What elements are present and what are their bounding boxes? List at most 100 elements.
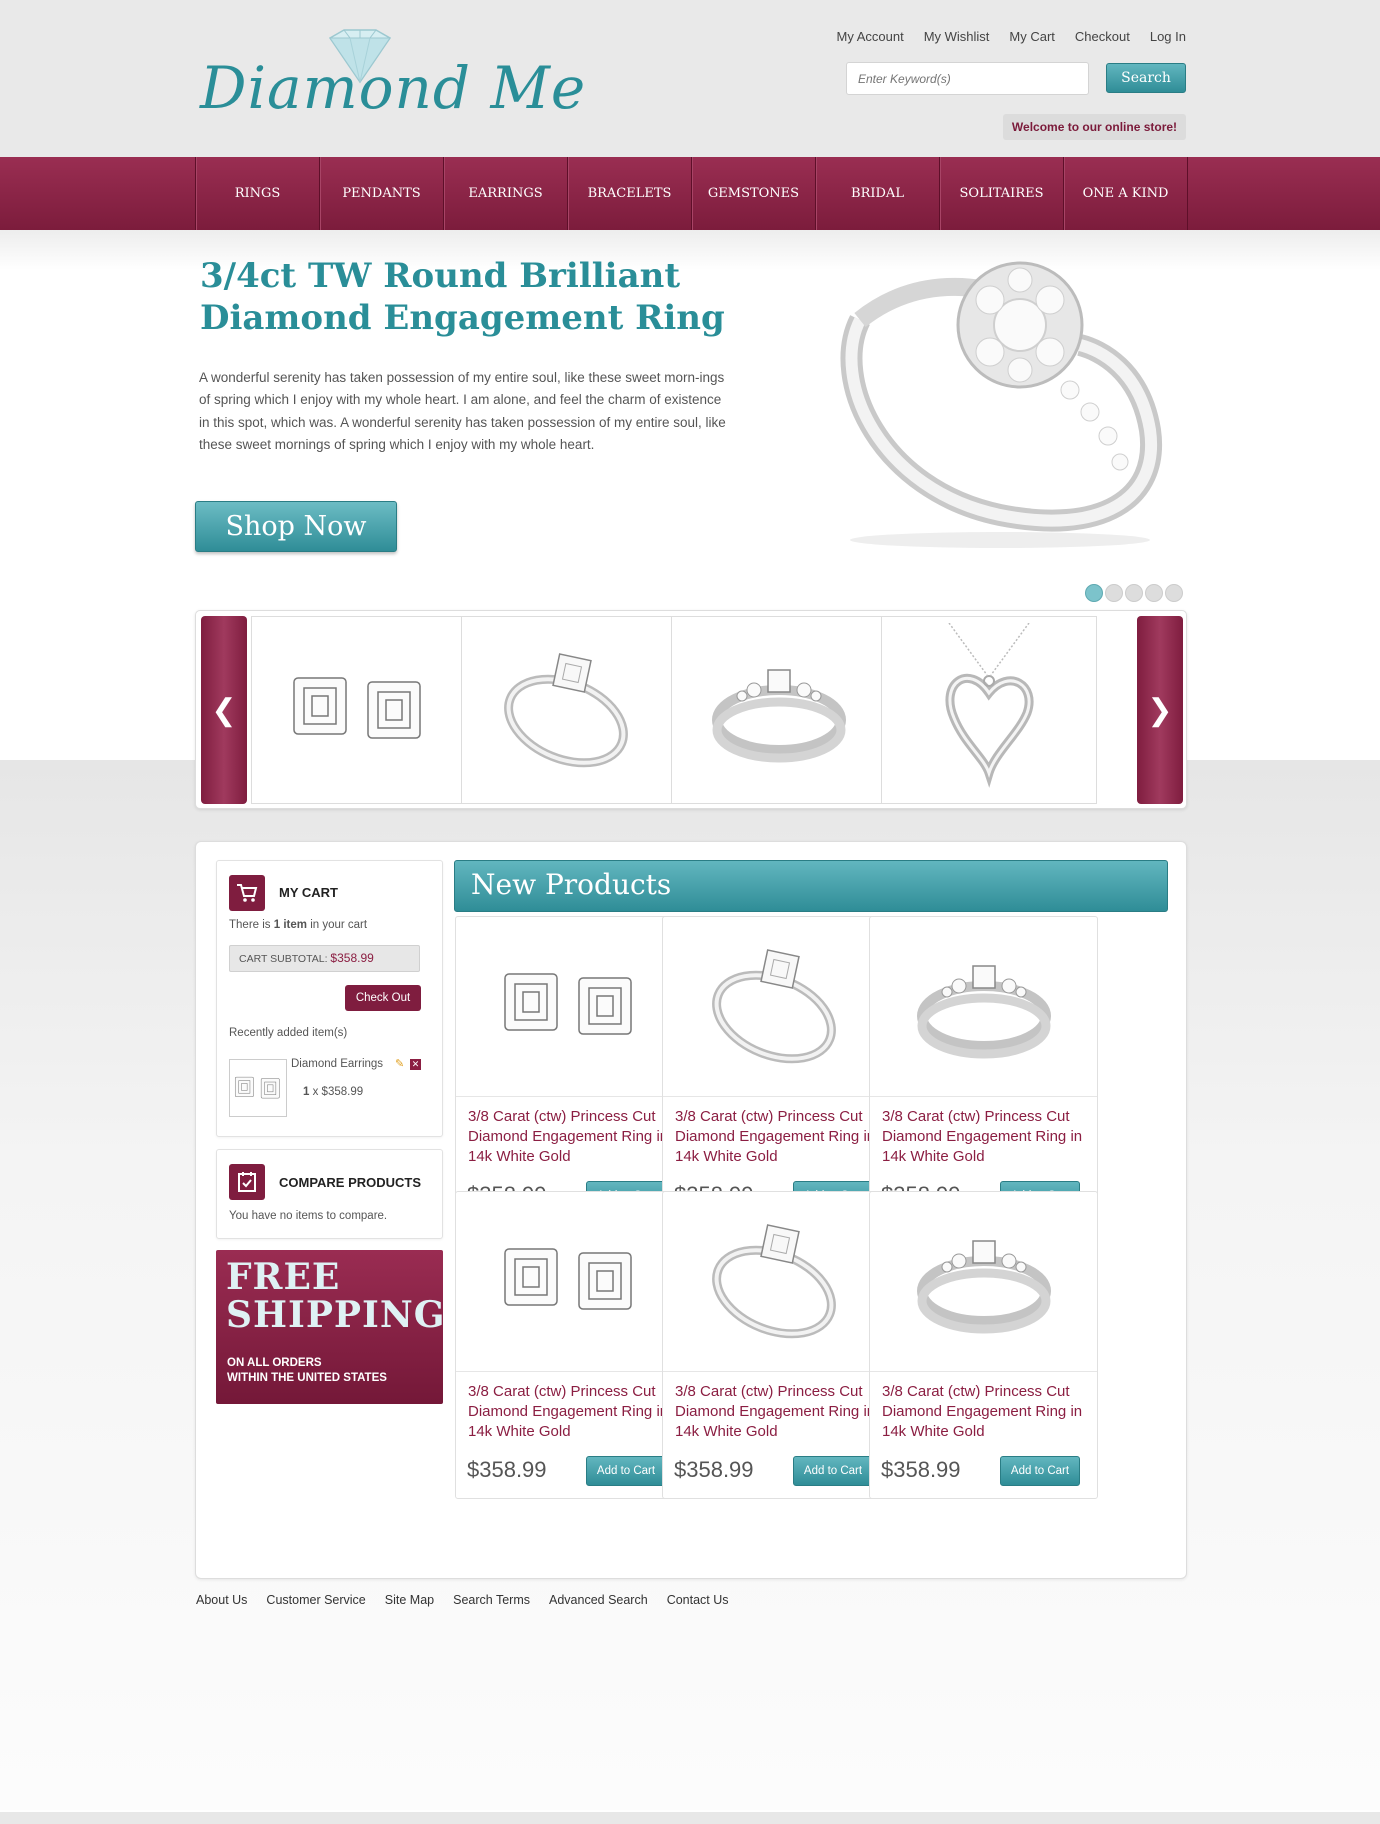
product-card: 3/8 Carat (ctw) Princess Cut Diamond Eng…	[662, 916, 891, 1224]
product-image[interactable]	[663, 1192, 890, 1372]
footer-search-terms-link[interactable]: Search Terms	[453, 1593, 530, 1607]
product-title[interactable]: 3/8 Carat (ctw) Princess Cut Diamond Eng…	[882, 1382, 1087, 1442]
search-button[interactable]: Search	[1106, 63, 1186, 93]
cart-item-count: 1 item	[273, 919, 307, 931]
product-title[interactable]: 3/8 Carat (ctw) Princess Cut Diamond Eng…	[675, 1382, 880, 1442]
promo-line-all-orders: ON ALL ORDERS	[227, 1357, 322, 1369]
top-links: My Account My Wishlist My Cart Checkout …	[837, 29, 1187, 44]
hero-ring-image	[820, 240, 1180, 560]
earrings-icon	[284, 658, 434, 763]
nav-item-gemstones[interactable]: GEMSTONES	[692, 157, 816, 230]
recent-item-thumbnail[interactable]	[229, 1059, 287, 1117]
bottom-strip	[0, 1812, 1380, 1824]
heart-pendant-icon	[929, 622, 1049, 798]
hero-description: A wonderful serenity has taken possessio…	[199, 370, 726, 453]
product-title[interactable]: 3/8 Carat (ctw) Princess Cut Diamond Eng…	[675, 1107, 880, 1167]
promo-line-us: WITHIN THE UNITED STATES	[227, 1372, 387, 1384]
bridal-set-icon	[909, 1219, 1059, 1344]
compare-products-box: COMPARE PRODUCTS You have no items to co…	[216, 1149, 443, 1239]
product-card: 3/8 Carat (ctw) Princess Cut Diamond Eng…	[662, 1191, 891, 1499]
carousel-item-ring[interactable]	[461, 616, 677, 804]
footer-site-map-link[interactable]: Site Map	[385, 1593, 434, 1607]
carousel-item-earrings[interactable]	[251, 616, 467, 804]
nav-item-bracelets[interactable]: BRACELETS	[568, 157, 692, 230]
add-to-cart-button[interactable]: Add to Cart	[1000, 1456, 1080, 1486]
recently-added-label: Recently added item(s)	[229, 1027, 348, 1039]
earrings-icon	[495, 954, 645, 1059]
ring-icon	[840, 261, 1163, 548]
nav-item-one-a-kind[interactable]: ONE A KIND	[1064, 157, 1188, 230]
nav-item-rings[interactable]: RINGS	[196, 157, 320, 230]
product-card: 3/8 Carat (ctw) Princess Cut Diamond Eng…	[455, 916, 684, 1224]
my-account-link[interactable]: My Account	[837, 29, 904, 44]
nav-item-earrings[interactable]: EARRINGS	[444, 157, 568, 230]
recent-item-qty-price: 1 x $358.99	[303, 1086, 363, 1098]
princess-ring-icon	[702, 939, 852, 1074]
welcome-message: Welcome to our online store!	[1003, 114, 1186, 140]
nav-item-solitaires[interactable]: SOLITAIRES	[940, 157, 1064, 230]
hero-title: 3/4ct TW Round Brilliant Diamond Engagem…	[200, 256, 725, 338]
my-cart-link[interactable]: My Cart	[1009, 29, 1055, 44]
free-shipping-banner[interactable]: FREE SHIPPING ON ALL ORDERS WITHIN THE U…	[216, 1250, 444, 1404]
product-image[interactable]	[870, 1192, 1097, 1372]
product-title[interactable]: 3/8 Carat (ctw) Princess Cut Diamond Eng…	[882, 1107, 1087, 1167]
promo-subtext: ON ALL ORDERS WITHIN THE UNITED STATES	[227, 1356, 387, 1386]
footer-about-us-link[interactable]: About Us	[196, 1593, 247, 1607]
footer-contact-us-link[interactable]: Contact Us	[667, 1593, 729, 1607]
add-to-cart-button[interactable]: Add to Cart	[586, 1456, 666, 1486]
product-title[interactable]: 3/8 Carat (ctw) Princess Cut Diamond Eng…	[468, 1107, 673, 1167]
product-image[interactable]	[870, 917, 1097, 1097]
my-cart-title: MY CART	[279, 885, 338, 900]
product-image[interactable]	[663, 917, 890, 1097]
recent-item-name[interactable]: Diamond Earrings	[291, 1058, 383, 1070]
slider-dot-4[interactable]	[1145, 584, 1163, 602]
check-out-button[interactable]: Check Out	[345, 985, 421, 1011]
slider-dot-3[interactable]	[1125, 584, 1143, 602]
product-card: 3/8 Carat (ctw) Princess Cut Diamond Eng…	[869, 1191, 1098, 1499]
slider-dots	[1085, 584, 1183, 602]
recent-item-price: x $358.99	[312, 1086, 364, 1098]
compare-empty-text: You have no items to compare.	[229, 1210, 388, 1222]
product-card: 3/8 Carat (ctw) Princess Cut Diamond Eng…	[455, 1191, 684, 1499]
edit-pencil-icon[interactable]: ✎	[395, 1057, 404, 1070]
product-image[interactable]	[456, 917, 683, 1097]
search-input[interactable]	[846, 62, 1089, 95]
cart-subtotal: CART SUBTOTAL: $358.99	[229, 945, 420, 972]
bridal-set-icon	[909, 944, 1059, 1069]
logo-wordmark: Diamond Me	[200, 54, 587, 122]
compare-checklist-icon	[229, 1164, 265, 1200]
cart-subtotal-label: CART SUBTOTAL:	[239, 953, 328, 965]
footer-advanced-search-link[interactable]: Advanced Search	[549, 1593, 648, 1607]
slider-dot-1[interactable]	[1085, 584, 1103, 602]
remove-icon[interactable]: ✕	[410, 1059, 421, 1070]
carousel-next-button[interactable]: ❯	[1137, 616, 1183, 804]
product-image[interactable]	[456, 1192, 683, 1372]
nav-item-pendants[interactable]: PENDANTS	[320, 157, 444, 230]
product-title[interactable]: 3/8 Carat (ctw) Princess Cut Diamond Eng…	[468, 1382, 673, 1442]
site-logo[interactable]: Diamond Me	[196, 28, 585, 128]
footer-customer-service-link[interactable]: Customer Service	[266, 1593, 365, 1607]
main-content-panel: MY CART There is 1 item in your cart CAR…	[195, 841, 1187, 1579]
cart-icon	[229, 875, 265, 911]
my-wishlist-link[interactable]: My Wishlist	[924, 29, 990, 44]
carousel-prev-button[interactable]: ❮	[201, 616, 247, 804]
cart-subtotal-value: $358.99	[330, 951, 374, 965]
site-header: Diamond Me My Account My Wishlist My Car…	[0, 0, 1380, 157]
carousel-item-bridal-set[interactable]	[671, 616, 887, 804]
earrings-icon	[232, 1070, 285, 1107]
slider-dot-2[interactable]	[1105, 584, 1123, 602]
cart-summary-prefix: There is	[229, 919, 271, 931]
log-in-link[interactable]: Log In	[1150, 29, 1186, 44]
main-nav: RINGS PENDANTS EARRINGS BRACELETS GEMSTO…	[195, 157, 1188, 230]
princess-ring-icon	[702, 1214, 852, 1349]
carousel-item-heart-pendant[interactable]	[881, 616, 1097, 804]
product-card: 3/8 Carat (ctw) Princess Cut Diamond Eng…	[869, 916, 1098, 1224]
shop-now-button[interactable]: Shop Now	[195, 501, 397, 552]
checkout-link[interactable]: Checkout	[1075, 29, 1130, 44]
slider-dot-5[interactable]	[1165, 584, 1183, 602]
product-price: $358.99	[881, 1457, 961, 1482]
promo-line-free: FREE	[226, 1256, 341, 1298]
compare-products-title: COMPARE PRODUCTS	[279, 1175, 422, 1190]
add-to-cart-button[interactable]: Add to Cart	[793, 1456, 873, 1486]
nav-item-bridal[interactable]: BRIDAL	[816, 157, 940, 230]
